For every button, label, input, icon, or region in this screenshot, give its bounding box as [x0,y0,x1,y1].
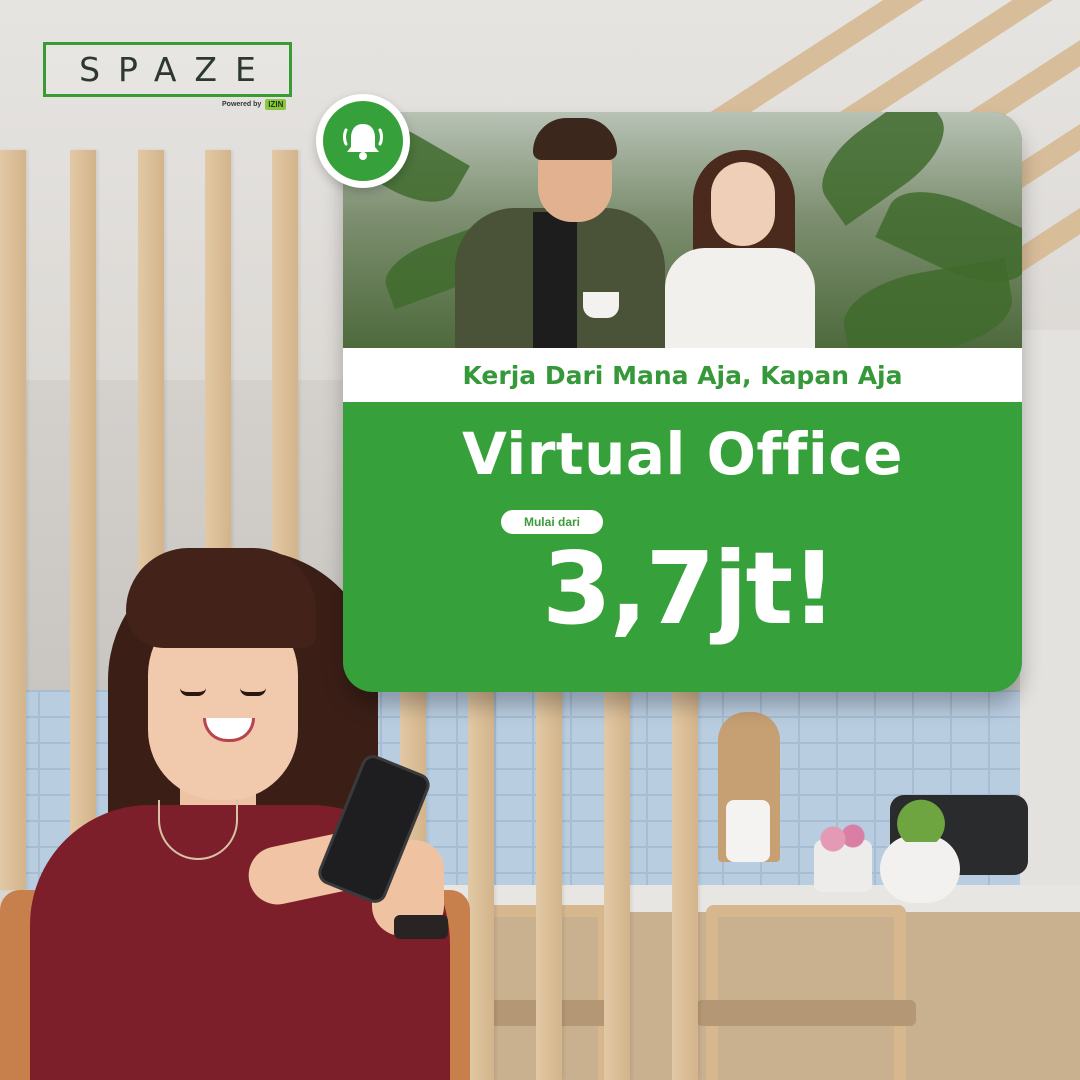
wristwatch [394,915,448,939]
promo-card: Kerja Dari Mana Aja, Kapan Aja Virtual O… [343,112,1022,692]
foliage [837,257,1019,348]
wood-slat [0,150,26,890]
hair-fringe [126,548,316,648]
wood-slat [604,690,630,1080]
powered-by: Powered by IZIN [222,98,287,111]
powered-by-text: Powered by [222,101,262,108]
bell-ringing-icon [323,101,403,181]
wood-slat [468,690,494,1080]
tagline: Kerja Dari Mana Aja, Kapan Aja [462,360,903,390]
eye [180,688,206,696]
plant-pot [880,835,960,903]
wood-slat [672,690,698,1080]
promo-title: Virtual Office [462,420,903,488]
promo-poster: SPAZE Powered by IZIN Kerja Dari Mana Aj… [0,0,1080,1080]
woman-face [711,162,775,246]
right-wall [1020,330,1080,930]
chair-seat [696,1000,916,1026]
izin-logo: IZIN [265,99,287,110]
notification-badge [316,94,410,188]
plant [888,796,954,842]
eye [240,688,266,696]
woman-top [665,248,815,348]
logo-text: SPAZE [79,50,274,89]
coffee-cup [583,292,619,318]
promo-price: 3,7jt! [542,530,837,647]
tagline-banner: Kerja Dari Mana Aja, Kapan Aja [343,348,1022,402]
man-shirt [533,212,577,348]
wood-slat [536,690,562,1080]
wood-slat [70,150,96,890]
flowers [818,824,868,854]
coworkers-photo [343,112,1022,348]
spaze-logo[interactable]: SPAZE [43,42,292,97]
price-prefix: Mulai dari [523,515,580,529]
chair [706,905,906,1080]
jar [726,800,770,862]
man-hair [533,118,617,160]
